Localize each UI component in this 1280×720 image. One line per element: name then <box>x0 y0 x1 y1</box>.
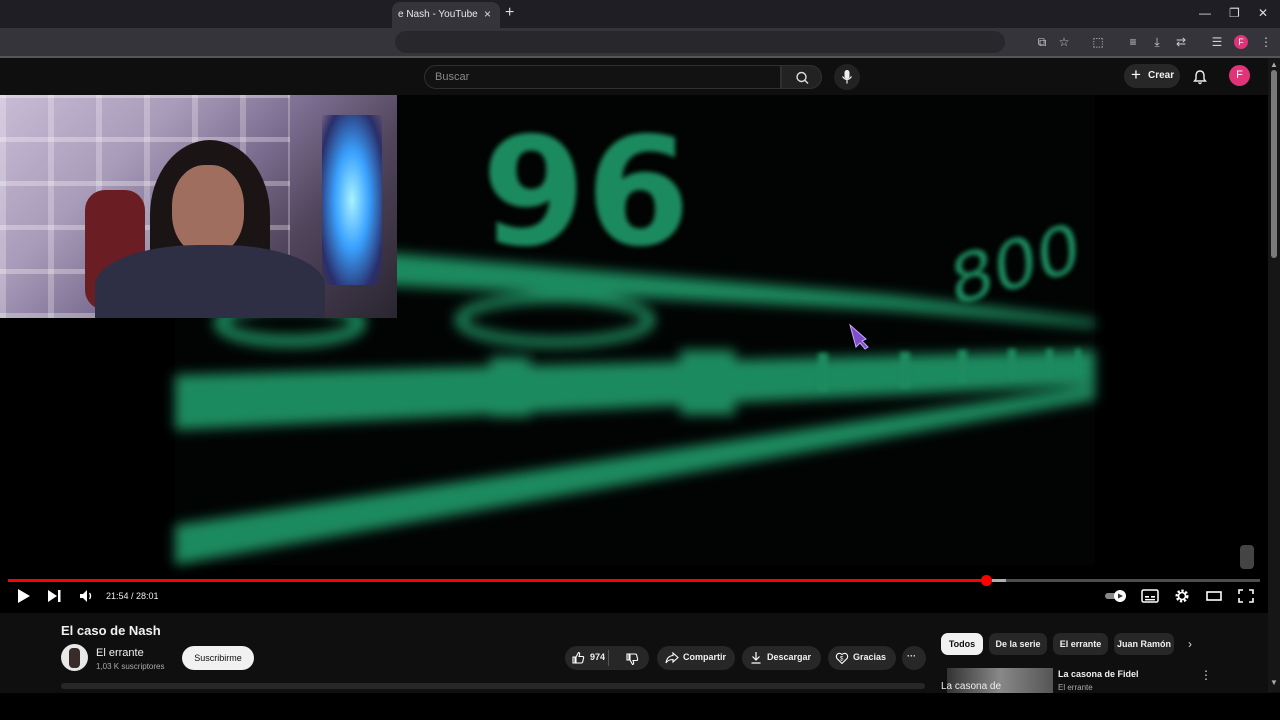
related-filter-chips: Todos De la serie El errante Juan Ramón <box>941 633 1201 655</box>
video-info-section: El caso de Nash El errante 1,03 K suscri… <box>0 613 1268 693</box>
thanks-label: Gracias <box>853 652 887 662</box>
volume-button[interactable] <box>77 588 97 604</box>
dial-number-top: 96 <box>481 99 690 273</box>
time-display: 21:54 / 28:01 <box>106 591 159 601</box>
autoplay-toggle-icon <box>1105 590 1126 602</box>
media-controls-icon[interactable]: ☰ <box>1209 34 1225 50</box>
video-title: El caso de Nash <box>61 623 161 638</box>
volume-icon <box>80 590 92 602</box>
recommendation-thumbnail-text: La casona de <box>941 681 1002 692</box>
channel-watermark[interactable] <box>1240 545 1254 569</box>
minimize-icon[interactable]: — <box>1199 6 1211 20</box>
tab-close-icon[interactable]: × <box>484 7 491 21</box>
restore-icon[interactable]: ❐ <box>1229 6 1240 20</box>
more-actions-button[interactable]: ··· <box>902 646 926 670</box>
create-button[interactable]: + Crear <box>1124 64 1180 88</box>
extensions-icon[interactable]: ⬚ <box>1090 34 1106 50</box>
share-icon <box>665 652 679 664</box>
chip-juan-ramon[interactable]: Juan Ramón <box>1114 633 1174 655</box>
close-window-icon[interactable]: ✕ <box>1258 6 1268 20</box>
create-label: Crear <box>1148 70 1175 81</box>
webcam-overlay <box>0 95 397 318</box>
progress-scrubber[interactable] <box>980 575 992 586</box>
chip-todos[interactable]: Todos <box>941 633 983 655</box>
download-button[interactable]: Descargar <box>742 646 821 670</box>
translate-icon[interactable]: ⇄ <box>1173 34 1189 50</box>
progress-played <box>8 579 986 582</box>
autoplay-toggle[interactable] <box>1104 588 1128 604</box>
subscriber-count: 1,03 K suscriptores <box>96 662 165 671</box>
download-icon[interactable]: ⤓ <box>1149 34 1165 50</box>
account-avatar[interactable]: F <box>1229 65 1250 86</box>
scroll-down-icon[interactable]: ▼ <box>1270 678 1278 687</box>
subscribe-button[interactable]: Suscribirme <box>182 646 254 670</box>
thanks-button[interactable]: $ Gracias <box>828 646 896 670</box>
description-box[interactable] <box>61 683 925 689</box>
tab-title: e Nash - YouTube <box>398 9 478 20</box>
like-count[interactable]: 974 <box>590 652 605 662</box>
address-bar[interactable] <box>395 31 1005 53</box>
progress-bar[interactable] <box>8 575 1260 586</box>
chip-el-errante[interactable]: El errante <box>1053 633 1108 655</box>
theater-mode-button[interactable] <box>1204 588 1224 604</box>
download-label: Descargar <box>767 652 812 662</box>
subtitles-icon <box>1141 589 1159 603</box>
recommendation-menu-icon[interactable]: ⋮ <box>1200 668 1212 682</box>
channel-name[interactable]: El errante <box>96 647 144 659</box>
search-button[interactable] <box>781 65 822 89</box>
play-icon <box>18 589 30 603</box>
next-icon <box>48 590 61 602</box>
search-icon <box>796 71 809 84</box>
subtitles-button[interactable] <box>1140 588 1160 604</box>
settings-button[interactable] <box>1172 588 1192 604</box>
share-label: Compartir <box>683 652 727 662</box>
channel-avatar[interactable] <box>61 644 88 671</box>
recommendation-channel: El errante <box>1058 683 1093 692</box>
more-icon: ··· <box>907 651 916 661</box>
chevron-right-icon[interactable]: › <box>1188 637 1192 651</box>
fullscreen-icon <box>1238 589 1254 603</box>
video-player[interactable]: 96 800 21:54 / 28:01 <box>0 95 1268 613</box>
microphone-icon <box>842 70 852 84</box>
share-button[interactable]: Compartir <box>657 646 735 670</box>
play-button[interactable] <box>14 588 34 604</box>
browser-menu-icon[interactable]: ⋮ <box>1258 34 1274 50</box>
browser-toolbar: ⧉ ☆ ⬚ ≡ ⤓ ⇄ ☰ ⋮ <box>0 28 1280 56</box>
download-icon <box>751 652 761 664</box>
scroll-up-icon[interactable]: ▲ <box>1270 60 1278 69</box>
recommendation-title[interactable]: La casona de Fidel <box>1058 669 1139 679</box>
taskbar-strip <box>0 693 1280 720</box>
chip-de-la-serie[interactable]: De la serie <box>989 633 1047 655</box>
next-button[interactable] <box>45 588 65 604</box>
browser-profile-avatar[interactable]: F <box>1234 35 1248 49</box>
search-input[interactable]: Buscar <box>424 65 781 89</box>
fullscreen-button[interactable] <box>1236 588 1256 604</box>
plus-icon: + <box>1131 65 1141 84</box>
voice-search-button[interactable] <box>834 64 860 90</box>
install-app-icon[interactable]: ⧉ <box>1034 34 1050 50</box>
youtube-header: Buscar + Crear F <box>0 58 1268 95</box>
scroll-thumb[interactable] <box>1271 70 1277 258</box>
like-icon[interactable] <box>571 651 585 665</box>
like-dislike-group: 974 <box>565 646 649 670</box>
bookmark-star-icon[interactable]: ☆ <box>1056 34 1072 50</box>
gear-icon <box>1175 589 1189 603</box>
super-thanks-icon: $ <box>835 652 849 665</box>
notifications-bell-icon[interactable] <box>1190 67 1210 87</box>
page-scrollbar[interactable]: ▲ ▼ <box>1268 58 1280 692</box>
theater-mode-icon <box>1206 591 1222 601</box>
browser-tab-bar: e Nash - YouTube × + — ❐ ✕ <box>0 0 1280 28</box>
new-tab-button[interactable]: + <box>505 4 514 22</box>
dislike-icon[interactable] <box>625 652 639 666</box>
tab-search-icon[interactable]: ≡ <box>1125 34 1141 50</box>
browser-tab[interactable]: e Nash - YouTube × <box>392 2 500 28</box>
search-placeholder: Buscar <box>435 71 470 83</box>
